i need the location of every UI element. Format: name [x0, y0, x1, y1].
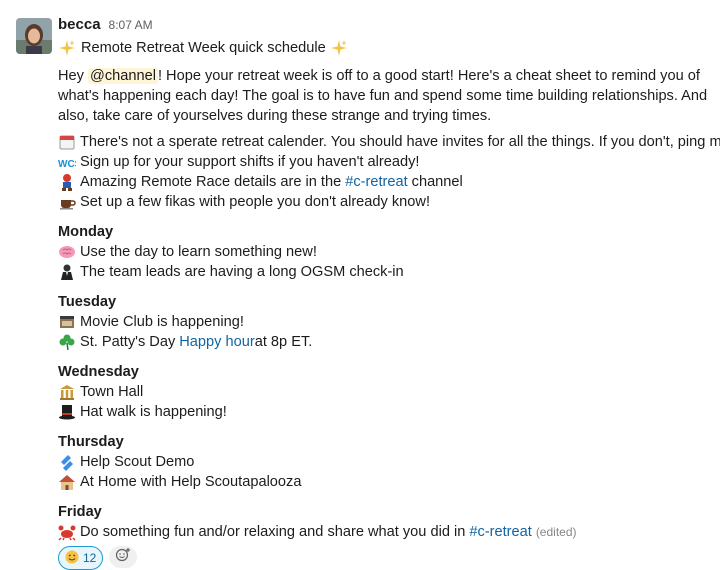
message-body: becca 8:07 AM Remote Retreat Week quick …: [58, 16, 720, 570]
town-hall-icon: [58, 383, 76, 401]
add-reaction-button[interactable]: [109, 546, 138, 568]
reactions-bar: 12: [58, 546, 708, 570]
list-item-text: at 8p ET.: [254, 334, 313, 350]
happy-hour-link[interactable]: Happy hour: [179, 332, 254, 352]
svg-text:WCS: WCS: [58, 159, 76, 170]
list-item: Amazing Remote Race details are in the #…: [58, 172, 708, 192]
list-item: Movie Club is happening!: [58, 312, 708, 332]
list-item: At Home with Help Scoutapalooza: [58, 472, 708, 492]
list-item: Set up a few fikas with people you don't…: [58, 192, 708, 212]
help-scout-icon: [58, 453, 76, 471]
list-item-text: Town Hall: [80, 384, 144, 400]
day-heading-friday: Friday: [58, 504, 102, 520]
day-heading-wednesday: Wednesday: [58, 364, 139, 380]
wcs-icon: WCS: [58, 153, 82, 171]
sparkles-icon: [330, 39, 348, 57]
list-item-text: Sign up for your support shifts if you h…: [80, 154, 420, 170]
movie-icon: [58, 313, 76, 331]
smile-icon: [65, 550, 79, 567]
brain-icon: [58, 243, 76, 261]
day-heading-thursday: Thursday: [58, 434, 124, 450]
list-item: Town Hall: [58, 382, 708, 402]
racer-icon: [58, 173, 76, 191]
message-header: becca 8:07 AM: [58, 16, 708, 38]
list-item-text: St. Patty's Day: [80, 334, 176, 350]
list-item-text: Do something fun and/or relaxing and sha…: [80, 524, 466, 540]
day-heading-tuesday: Tuesday: [58, 294, 117, 310]
business-icon: [58, 263, 76, 281]
list-item: The team leads are having a long OGSM ch…: [58, 262, 708, 282]
list-item: Use the day to learn something new!: [58, 242, 708, 262]
coffee-icon: [58, 193, 76, 211]
list-item-text: Set up a few fikas with people you don't…: [80, 194, 431, 210]
list-item-text: At Home with Help Scoutapalooza: [80, 474, 302, 490]
list-item: Help Scout Demo: [58, 452, 708, 472]
avatar[interactable]: [16, 18, 52, 54]
list-item: There's not a sperate retreat calender. …: [58, 132, 720, 152]
user-name[interactable]: becca: [58, 16, 101, 33]
intro-text: Hey: [58, 68, 89, 84]
list-item-text: Help Scout Demo: [80, 454, 195, 470]
message: becca 8:07 AM Remote Retreat Week quick …: [0, 0, 720, 570]
calendar-icon: [58, 133, 76, 151]
edited-label: (edited): [535, 525, 577, 539]
list-item-text: Use the day to learn something new!: [80, 244, 317, 260]
title-text: Remote Retreat Week quick schedule: [81, 40, 326, 56]
add-reaction-icon: [115, 547, 131, 568]
list-item: St. Patty's Day Happy hour at 8p ET.: [58, 332, 708, 352]
list-item-text: Amazing Remote Race details are in the: [80, 174, 342, 190]
shamrock-icon: [58, 333, 76, 351]
timestamp[interactable]: 8:07 AM: [109, 18, 153, 32]
list-item-text: channel: [411, 174, 463, 190]
list-item: Do something fun and/or relaxing and sha…: [58, 522, 708, 542]
list-item-text: There's not a sperate retreat calender. …: [80, 134, 720, 150]
list-item-text: The team leads are having a long OGSM ch…: [80, 264, 404, 280]
top-hat-icon: [58, 403, 76, 421]
house-icon: [58, 473, 76, 491]
reaction-count: 12: [83, 551, 97, 565]
list-item: Hat walk is happening!: [58, 402, 708, 422]
list-item-text: Movie Club is happening!: [80, 314, 244, 330]
list-item: WCS Sign up for your support shifts if y…: [58, 152, 708, 172]
intro-paragraph: Hey @channel! Hope your retreat week is …: [58, 66, 708, 126]
day-heading-monday: Monday: [58, 224, 114, 240]
crab-icon: [58, 523, 76, 541]
list-item-text: Hat walk is happening!: [80, 404, 227, 420]
sparkles-icon: [58, 39, 76, 57]
reaction-smile[interactable]: 12: [58, 546, 104, 570]
message-title: Remote Retreat Week quick schedule: [58, 38, 708, 58]
channel-mention[interactable]: @channel: [88, 68, 158, 84]
channel-link[interactable]: #c-retreat: [469, 522, 531, 542]
channel-link[interactable]: #c-retreat: [345, 172, 407, 192]
